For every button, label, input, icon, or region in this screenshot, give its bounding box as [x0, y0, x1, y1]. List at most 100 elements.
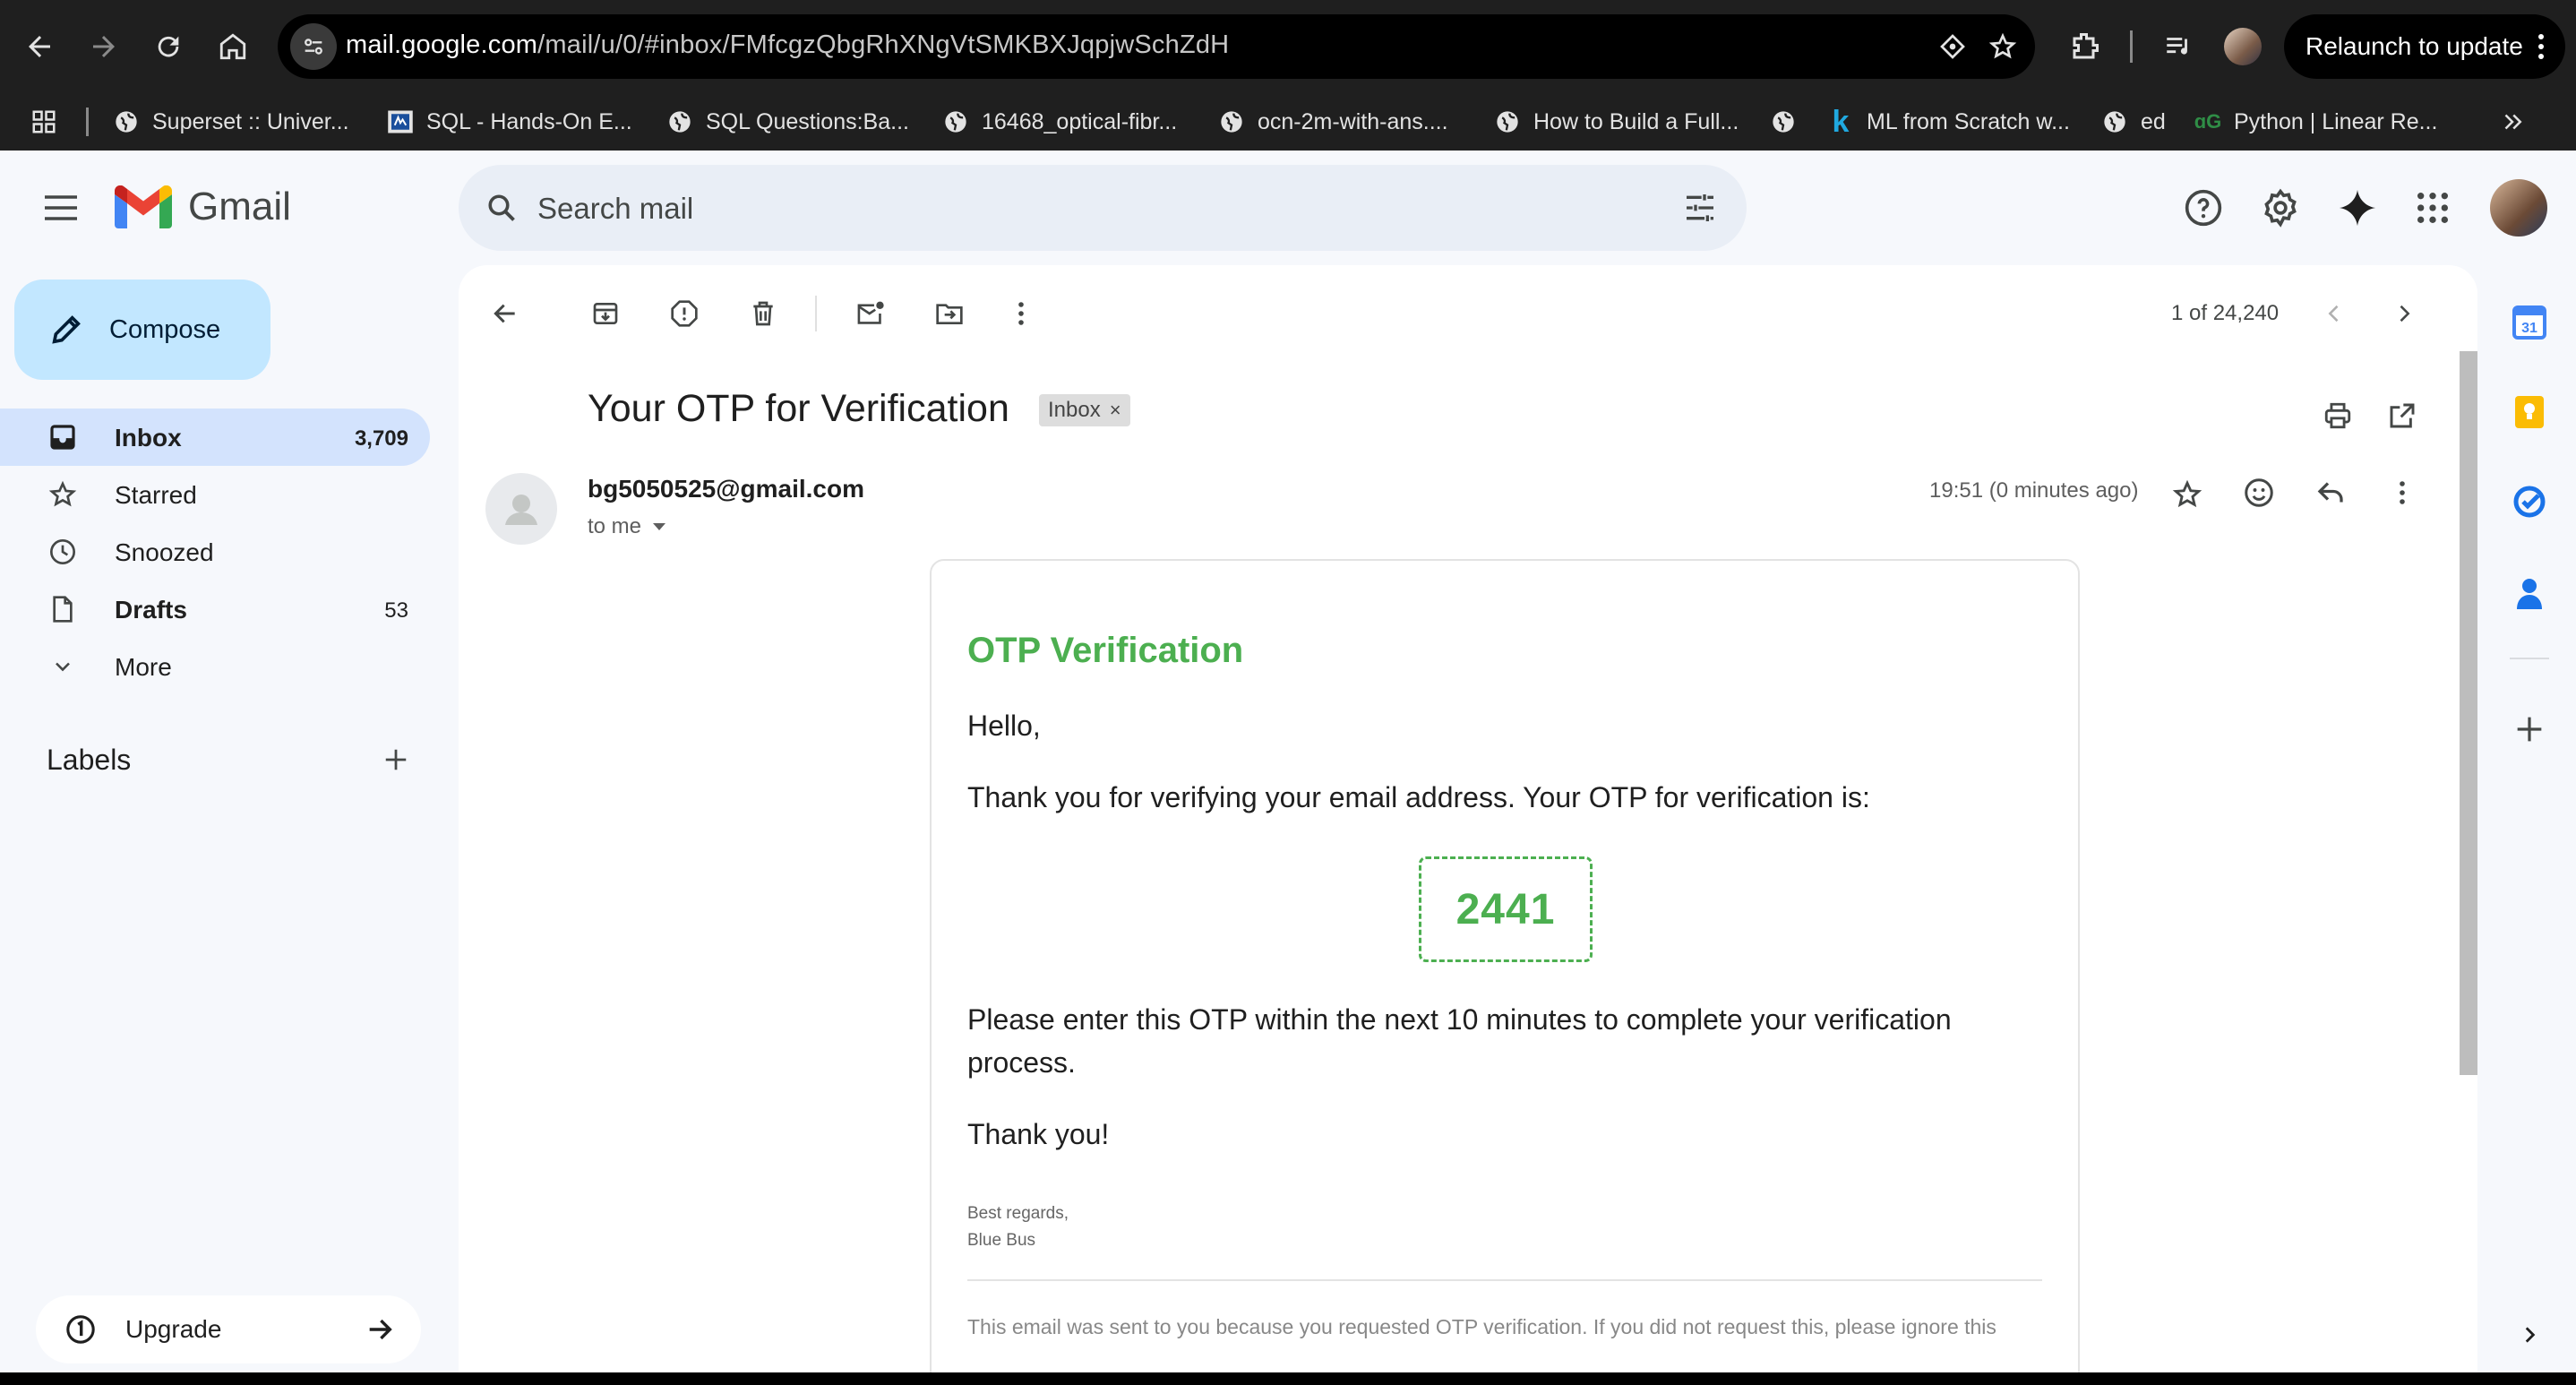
sidebar-item-drafts[interactable]: Drafts 53: [0, 581, 430, 638]
report-spam-icon[interactable]: [663, 292, 706, 335]
reply-icon[interactable]: [2309, 471, 2352, 514]
globe-icon: [942, 108, 969, 135]
gmail-m-icon: [115, 185, 172, 228]
gmail-header: Gmail Search mail: [0, 151, 2576, 265]
account-avatar[interactable]: [2490, 179, 2547, 237]
bookmark-item[interactable]: ed: [2101, 104, 2166, 140]
lens-icon[interactable]: [1936, 30, 1969, 63]
greeting-text: Hello,: [967, 710, 1041, 742]
bookmark-label: ocn-2m-with-ans....: [1258, 108, 1448, 134]
bookmark-item[interactable]: How to Build a Full...: [1494, 104, 1739, 140]
inbox-label-chip[interactable]: Inbox ×: [1039, 394, 1130, 426]
recipient-details[interactable]: to me: [588, 514, 666, 539]
forward-icon[interactable]: [79, 22, 129, 72]
bookmark-label: ML from Scratch w...: [1867, 108, 2070, 134]
upgrade-button[interactable]: Upgrade: [36, 1295, 421, 1363]
relaunch-to-update-button[interactable]: Relaunch to update: [2284, 14, 2565, 79]
toolbar-divider: [2130, 30, 2133, 63]
address-bar[interactable]: mail.google.com/mail/u/0/#inbox/FMfcgzQb…: [278, 14, 2035, 79]
gemini-sparkle-icon[interactable]: [2332, 183, 2383, 233]
tasks-icon[interactable]: [2508, 480, 2551, 523]
newer-chevron-left-icon[interactable]: [2313, 292, 2356, 335]
pencil-icon: [45, 308, 88, 351]
thanks-text: Thank you!: [967, 1118, 1110, 1150]
sender-avatar[interactable]: [485, 473, 557, 545]
signature-text: Blue Bus: [967, 1231, 1036, 1250]
bookmark-item[interactable]: ɑG Python | Linear Re...: [2194, 104, 2438, 140]
toolbar-divider: [815, 296, 817, 331]
extensions-icon[interactable]: [2060, 22, 2110, 72]
bookmark-item[interactable]: [1770, 104, 1809, 140]
media-controls-icon[interactable]: [2153, 22, 2203, 72]
older-chevron-right-icon[interactable]: [2383, 292, 2426, 335]
gmail-logo[interactable]: Gmail: [115, 185, 291, 229]
google-apps-icon[interactable]: [2408, 183, 2458, 233]
browser-toolbar: mail.google.com/mail/u/0/#inbox/FMfcgzQb…: [0, 0, 2576, 93]
drafts-count: 53: [384, 598, 408, 623]
search-bar[interactable]: Search mail: [459, 165, 1747, 251]
sender-email[interactable]: bg5050525@gmail.com: [588, 475, 864, 503]
back-to-inbox-icon[interactable]: [484, 292, 527, 335]
bookmarks-bar: Superset :: Univer... SQL - Hands-On E..…: [0, 93, 2576, 151]
delete-trash-icon[interactable]: [742, 292, 785, 335]
bookmark-item[interactable]: SQL - Hands-On E...: [387, 104, 632, 140]
search-icon[interactable]: [480, 186, 523, 229]
sidebar-item-snoozed[interactable]: Snoozed: [0, 523, 430, 581]
bookmark-star-icon[interactable]: [1987, 30, 2019, 63]
globe-icon: [1770, 108, 1797, 135]
archive-icon[interactable]: [584, 292, 627, 335]
search-options-icon[interactable]: [1679, 186, 1722, 229]
remove-label-icon[interactable]: ×: [1110, 399, 1121, 422]
bookmark-item[interactable]: 16468_optical-fibr...: [942, 104, 1177, 140]
profile-avatar-icon[interactable]: [2218, 22, 2268, 72]
move-to-folder-icon[interactable]: [928, 292, 971, 335]
upgrade-info-icon: [64, 1313, 97, 1346]
url-text[interactable]: mail.google.com/mail/u/0/#inbox/FMfcgzQb…: [346, 30, 1229, 60]
sidebar-item-more[interactable]: More: [0, 638, 430, 695]
calendar-icon[interactable]: 31: [2508, 301, 2551, 344]
add-label-icon[interactable]: [378, 742, 414, 778]
show-side-panel-chevron-icon[interactable]: [2508, 1313, 2551, 1356]
signoff-text: Best regards,: [967, 1204, 1069, 1223]
sidebar-item-inbox[interactable]: Inbox 3,709: [0, 409, 430, 466]
caret-down-icon[interactable]: [652, 522, 666, 531]
search-input[interactable]: Search mail: [537, 192, 693, 226]
support-icon[interactable]: [2178, 183, 2228, 233]
get-addons-plus-icon[interactable]: [2508, 708, 2551, 751]
chevron-down-icon: [47, 650, 79, 683]
add-reaction-emoji-icon[interactable]: [2237, 471, 2280, 514]
print-icon[interactable]: [2316, 394, 2359, 437]
compose-button[interactable]: Compose: [14, 280, 270, 380]
message-more-options-icon[interactable]: [2381, 471, 2424, 514]
message-view: 1 of 24,240 Your OTP for Verification In…: [459, 265, 2477, 1385]
home-icon[interactable]: [208, 22, 258, 72]
bookmark-item[interactable]: Superset :: Univer...: [113, 104, 349, 140]
mark-unread-icon[interactable]: [849, 292, 892, 335]
bookmark-item[interactable]: ocn-2m-with-ans....: [1218, 104, 1448, 140]
settings-gear-icon[interactable]: [2255, 183, 2306, 233]
globe-icon: [666, 108, 693, 135]
reload-icon[interactable]: [143, 22, 193, 72]
more-options-icon[interactable]: [1000, 292, 1043, 335]
main-menu-icon[interactable]: [39, 186, 82, 229]
apps-grid-icon[interactable]: [30, 104, 57, 140]
sidebar-item-label: Snoozed: [115, 538, 214, 566]
contacts-icon[interactable]: [2508, 572, 2551, 615]
back-icon[interactable]: [14, 22, 64, 72]
sidebar-item-label: More: [115, 653, 172, 681]
k-icon: k: [1832, 104, 1850, 139]
more-bookmarks-icon[interactable]: [2499, 104, 2526, 140]
site-info-icon[interactable]: [290, 23, 337, 70]
open-in-new-window-icon[interactable]: [2381, 394, 2424, 437]
more-vert-icon[interactable]: [2537, 32, 2546, 61]
star-message-icon[interactable]: [2166, 473, 2209, 516]
side-panel: 31: [2485, 265, 2576, 1385]
bookmark-label: SQL - Hands-On E...: [426, 108, 632, 134]
keep-icon[interactable]: [2508, 391, 2551, 434]
bookmark-item[interactable]: k ML from Scratch w...: [1827, 104, 2070, 140]
bookmark-item[interactable]: SQL Questions:Ba...: [666, 104, 909, 140]
recipient-label: to me: [588, 514, 642, 538]
scrollbar[interactable]: [2460, 351, 2477, 1075]
gmail-wordmark: Gmail: [188, 185, 291, 228]
sidebar-item-starred[interactable]: Starred: [0, 466, 430, 523]
